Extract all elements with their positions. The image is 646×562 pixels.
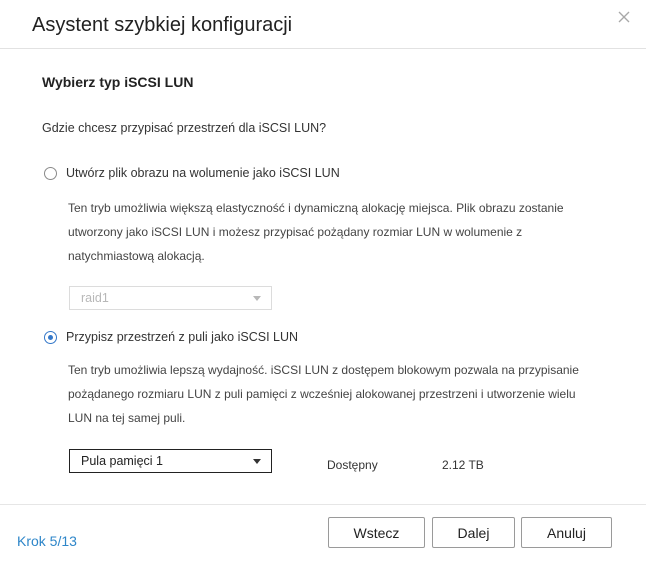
back-button[interactable]: Wstecz [328,517,425,548]
quick-config-dialog: Asystent szybkiej konfiguracji Wybierz t… [0,0,646,561]
dialog-title: Asystent szybkiej konfiguracji [32,14,293,36]
storage-pool-select-value: Pula pamięci 1 [81,454,163,468]
dialog-footer: Krok 5/13 Wstecz Dalej Anuluj [0,504,646,562]
dialog-header: Asystent szybkiej konfiguracji [0,0,646,49]
section-title: Wybierz typ iSCSI LUN [42,74,194,90]
radio-file-image-label: Utwórz plik obrazu na wolumenie jako iSC… [66,166,340,180]
description-line: Ten tryb umożliwia lepszą wydajność. iSC… [68,363,579,377]
radio-option-pool[interactable]: Przypisz przestrzeń z puli jako iSCSI LU… [44,330,298,344]
radio-pool[interactable] [44,330,57,344]
volume-select: raid1 [69,286,272,310]
cancel-button[interactable]: Anuluj [521,517,612,548]
available-value: 2.12 TB [442,458,484,472]
radio-pool-label: Przypisz przestrzeń z puli jako iSCSI LU… [66,330,299,344]
radio-file-image[interactable] [44,166,57,180]
description-line: utworzony jako iSCSI LUN i możesz przypi… [68,225,523,239]
radio-option-file-image[interactable]: Utwórz plik obrazu na wolumenie jako iSC… [44,166,340,180]
chevron-down-icon [253,296,261,301]
description-line: Ten tryb umożliwia większą elastyczność … [68,201,564,215]
next-button[interactable]: Dalej [432,517,515,548]
description-line: natychmiastową alokacją. [68,249,205,263]
close-icon[interactable] [616,9,632,25]
step-indicator: Krok 5/13 [17,533,77,549]
question-text: Gdzie chcesz przypisać przestrzeń dla iS… [42,121,327,135]
storage-pool-select[interactable]: Pula pamięci 1 [69,449,272,473]
chevron-down-icon [253,459,261,464]
description-line: pożądanego rozmiaru LUN z puli pamięci z… [68,387,576,401]
available-label: Dostępny [327,458,378,472]
description-line: LUN na tej samej puli. [68,411,186,425]
pool-description: Ten tryb umożliwia lepszą wydajność. iSC… [68,358,588,430]
volume-select-value: raid1 [81,291,109,305]
file-image-description: Ten tryb umożliwia większą elastyczność … [68,196,588,268]
